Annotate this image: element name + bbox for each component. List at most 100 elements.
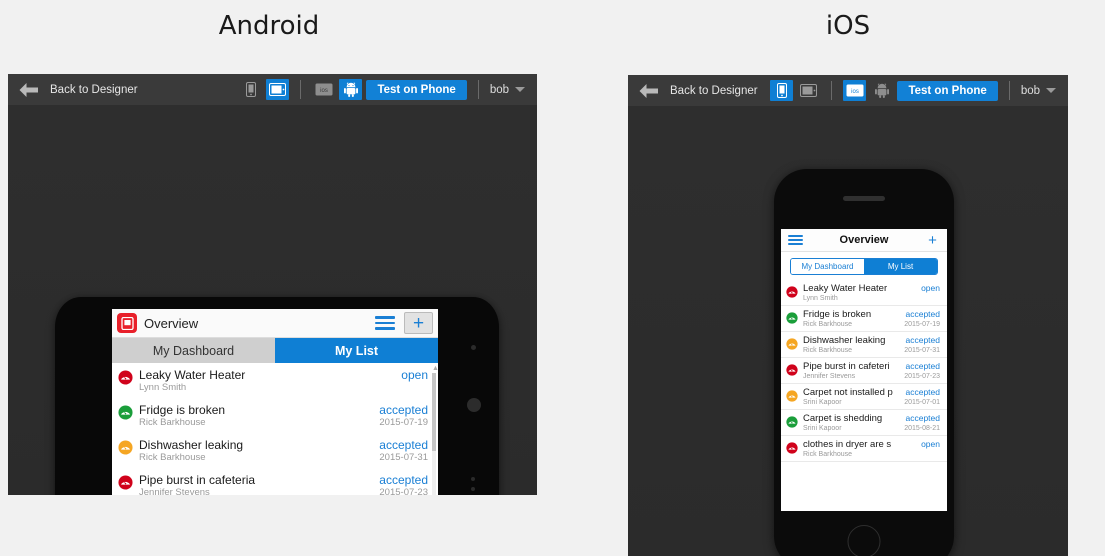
back-arrow-icon [18, 82, 40, 98]
user-menu-button[interactable]: bob [490, 84, 529, 96]
status-gauge-icon [118, 440, 133, 455]
android-list-scrollbar[interactable]: ▲ ▼ [430, 365, 438, 495]
row-title: Fridge is broken [139, 403, 226, 417]
row-meta: accepted 2015-07-19 [373, 403, 428, 429]
scroll-up-arrow-icon[interactable]: ▲ [432, 365, 438, 372]
row-text: Leaky Water Heater Lynn Smith [803, 283, 917, 303]
ios-emulator-panel: Back to Designer ios Test on Phone bob O… [628, 75, 1068, 556]
ios-app-header: Overview + [781, 229, 947, 252]
row-title: Carpet not installed p [803, 387, 893, 398]
status-gauge-icon [118, 475, 133, 490]
phone-portrait-icon-button[interactable] [239, 79, 262, 100]
row-meta: accepted 2015-08-21 [900, 413, 940, 433]
status-badge: open [401, 368, 428, 382]
table-row[interactable]: Dishwasher leaking Rick Barkhouse accepted… [781, 332, 947, 358]
status-badge: accepted [379, 403, 428, 417]
back-to-designer-label: Back to Designer [50, 83, 138, 96]
tab-my-dashboard[interactable]: My Dashboard [791, 259, 864, 274]
home-button[interactable] [847, 525, 881, 556]
android-app-header: Overview + [112, 309, 438, 338]
status-gauge-icon [786, 311, 798, 324]
android-robot-icon-button[interactable] [870, 80, 893, 101]
status-gauge-icon [786, 389, 798, 402]
row-title: Leaky Water Heater [139, 368, 246, 382]
chevron-down-icon [1046, 88, 1056, 93]
table-row[interactable]: Leaky Water Heater Lynn Smith open [781, 280, 947, 306]
android-stage: Overview + My Dashboard My List ▲ ▼ [8, 105, 537, 495]
tab-my-dashboard[interactable]: My Dashboard [112, 338, 275, 363]
ios-issue-list[interactable]: Leaky Water Heater Lynn Smith open Fridge i… [781, 280, 947, 462]
back-arrow-icon [638, 83, 660, 99]
back-to-designer-button[interactable]: Back to Designer [628, 83, 758, 99]
ios-platform-icon-button[interactable]: ios [312, 79, 335, 100]
android-toolbar: Back to Designer ios Test on Phone bob [8, 74, 537, 105]
sensor-dot-icon [471, 345, 476, 350]
status-badge: accepted [379, 473, 428, 487]
row-person: Jennifer Stevens [139, 487, 210, 495]
row-meta: open [917, 439, 940, 450]
hamburger-menu-icon[interactable] [375, 316, 395, 330]
sensor-dot-icon [471, 487, 475, 491]
table-row[interactable]: Leaky Water Heater Lynn Smith open [112, 363, 438, 398]
user-name-label: bob [489, 83, 509, 96]
phone-portrait-icon-button[interactable] [770, 80, 794, 101]
row-title: Pipe burst in cafeteri [803, 361, 890, 372]
app-title: Overview [839, 234, 889, 246]
android-toolbar-controls: ios Test on Phone bob [239, 79, 537, 100]
status-badge: accepted [905, 413, 941, 423]
row-text: Pipe burst in cafeteri Jennifer Stevens [803, 361, 900, 381]
ios-platform-icon-button[interactable]: ios [843, 80, 867, 101]
row-text: Dishwasher leaking Rick Barkhouse [803, 335, 900, 355]
tab-my-list[interactable]: My List [275, 338, 438, 363]
chevron-down-icon [515, 87, 525, 92]
row-title: Carpet is shedding [803, 413, 883, 424]
row-person: Srini Kapoor [803, 399, 842, 406]
table-row[interactable]: Carpet not installed p Srini Kapoor accept… [781, 384, 947, 410]
status-gauge-icon [786, 441, 798, 454]
table-row[interactable]: Pipe burst in cafeteria Jennifer Stevens a… [112, 468, 438, 495]
test-on-phone-button[interactable]: Test on Phone [897, 80, 998, 101]
toolbar-divider-1 [831, 81, 833, 100]
tablet-landscape-icon-button[interactable] [266, 79, 290, 100]
caption-ios: iOS [825, 11, 871, 41]
user-menu-button[interactable]: bob [1021, 85, 1060, 97]
row-person: Rick Barkhouse [803, 321, 853, 328]
ios-app-screen: Overview + My Dashboard My List Leaky Wa… [781, 229, 947, 511]
toolbar-divider-2 [477, 80, 479, 99]
table-row[interactable]: Fridge is broken Rick Barkhouse accepted 20… [781, 306, 947, 332]
table-row[interactable]: Fridge is broken Rick Barkhouse accepted 20… [112, 398, 438, 433]
speaker-icon [843, 196, 885, 201]
row-date: 2015-07-31 [379, 452, 428, 463]
sensor-dot-icon [471, 477, 475, 481]
row-text: Carpet is shedding Srini Kapoor [803, 413, 900, 433]
test-on-phone-button[interactable]: Test on Phone [366, 79, 467, 100]
back-to-designer-button[interactable]: Back to Designer [8, 82, 138, 98]
svg-text:ios: ios [851, 89, 859, 95]
ios-device-frame: Overview + My Dashboard My List Leaky Wa… [774, 169, 954, 556]
add-item-button[interactable]: + [404, 312, 433, 334]
tablet-landscape-icon-button[interactable] [797, 80, 820, 101]
row-date: 2015-07-01 [904, 399, 940, 406]
row-meta: accepted 2015-07-31 [900, 335, 940, 355]
status-badge: accepted [379, 438, 428, 452]
back-to-designer-label: Back to Designer [670, 84, 758, 97]
table-row[interactable]: Dishwasher leaking Rick Barkhouse accepted… [112, 433, 438, 468]
tab-my-list[interactable]: My List [864, 259, 937, 274]
status-gauge-icon [118, 370, 133, 385]
hamburger-menu-icon[interactable] [788, 235, 803, 245]
scrollbar-thumb[interactable] [432, 373, 436, 451]
row-title: Dishwasher leaking [803, 335, 886, 346]
row-text: Carpet not installed p Srini Kapoor [803, 387, 900, 407]
row-meta: open [395, 368, 428, 382]
add-item-button[interactable]: + [925, 233, 940, 248]
table-row[interactable]: Carpet is shedding Srini Kapoor accepted 20… [781, 410, 947, 436]
row-text: Fridge is broken Rick Barkhouse [139, 403, 373, 429]
table-row[interactable]: clothes in dryer are s Rick Barkhouse open [781, 436, 947, 462]
table-row[interactable]: Pipe burst in cafeteri Jennifer Stevens ac… [781, 358, 947, 384]
status-badge: open [921, 283, 940, 293]
android-robot-icon-button[interactable] [339, 79, 363, 100]
row-title: Leaky Water Heater [803, 283, 888, 294]
android-issue-list[interactable]: ▲ ▼ Leaky Water HeaterLynn Smith open Frid… [112, 363, 438, 495]
android-device-frame: Overview + My Dashboard My List ▲ ▼ [55, 297, 499, 495]
row-person: Srini Kapoor [803, 425, 842, 432]
